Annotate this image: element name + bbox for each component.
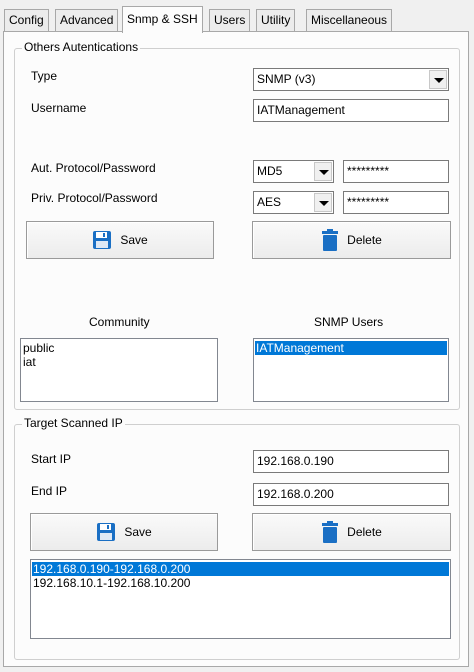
target-save-button[interactable]: Save (30, 513, 218, 551)
community-listbox[interactable]: public iat (20, 338, 218, 402)
tab-label: Users (214, 13, 246, 27)
list-item[interactable]: iat (22, 355, 216, 369)
tab-label: Snmp & SSH (127, 12, 198, 26)
priv-protocol-value: AES (257, 195, 282, 209)
aut-protocol-value: MD5 (257, 164, 283, 178)
tab-label: Miscellaneous (311, 13, 388, 27)
snmp-users-listbox[interactable]: IATManagement (253, 338, 449, 402)
priv-protocol-label: Priv. Protocol/Password (31, 191, 158, 205)
snmp-users-header: SNMP Users (314, 315, 384, 329)
trash-can-icon (322, 521, 339, 543)
priv-password-input[interactable]: ********* (343, 191, 449, 214)
list-item-selected[interactable]: IATManagement (255, 341, 447, 355)
start-ip-input[interactable]: 192.168.0.190 (253, 450, 449, 473)
aut-password-input[interactable]: ********* (343, 160, 449, 183)
tab-advanced[interactable]: Advanced (55, 9, 119, 31)
list-item-selected[interactable]: 192.168.0.190-192.168.0.200 (32, 562, 449, 576)
tab-label: Utility (261, 13, 291, 27)
button-label: Save (120, 233, 148, 247)
ip-ranges-listbox[interactable]: 192.168.0.190-192.168.0.200 192.168.10.1… (30, 559, 451, 639)
auth-delete-button[interactable]: Delete (252, 221, 451, 259)
chevron-down-icon[interactable] (314, 193, 332, 212)
tab-users[interactable]: Users (209, 9, 251, 31)
username-label: Username (31, 101, 87, 115)
auth-group-legend: Others Autentications (22, 40, 141, 54)
button-label: Save (124, 525, 152, 539)
end-ip-input[interactable]: 192.168.0.200 (253, 483, 449, 506)
list-item[interactable]: 192.168.10.1-192.168.10.200 (32, 576, 449, 590)
username-input[interactable]: IATManagement (253, 99, 449, 122)
aut-protocol-label: Aut. Protocol/Password (31, 161, 156, 175)
button-label: Delete (347, 233, 382, 247)
chevron-down-icon[interactable] (314, 162, 332, 181)
trash-can-icon (322, 229, 339, 251)
tab-snmp-ssh[interactable]: Snmp & SSH (122, 6, 203, 33)
floppy-disk-icon (97, 523, 116, 541)
auth-save-button[interactable]: Save (26, 221, 214, 259)
target-delete-button[interactable]: Delete (252, 513, 451, 551)
target-group-legend: Target Scanned IP (22, 416, 125, 430)
end-ip-label: End IP (31, 484, 68, 498)
tab-utility[interactable]: Utility (256, 9, 296, 31)
start-ip-label: Start IP (31, 452, 72, 466)
chevron-down-icon[interactable] (429, 70, 447, 89)
type-select-value: SNMP (v3) (257, 72, 316, 86)
list-item[interactable]: public (22, 341, 216, 355)
tab-label: Advanced (60, 13, 114, 27)
type-select[interactable]: SNMP (v3) (253, 68, 449, 91)
tab-miscellaneous[interactable]: Miscellaneous (306, 9, 393, 31)
tab-config[interactable]: Config (4, 9, 49, 31)
priv-protocol-select[interactable]: AES (253, 191, 334, 214)
tab-label: Config (9, 13, 44, 27)
type-label: Type (31, 69, 58, 83)
floppy-disk-icon (93, 231, 112, 249)
aut-protocol-select[interactable]: MD5 (253, 160, 334, 183)
community-header: Community (89, 315, 150, 329)
button-label: Delete (347, 525, 382, 539)
